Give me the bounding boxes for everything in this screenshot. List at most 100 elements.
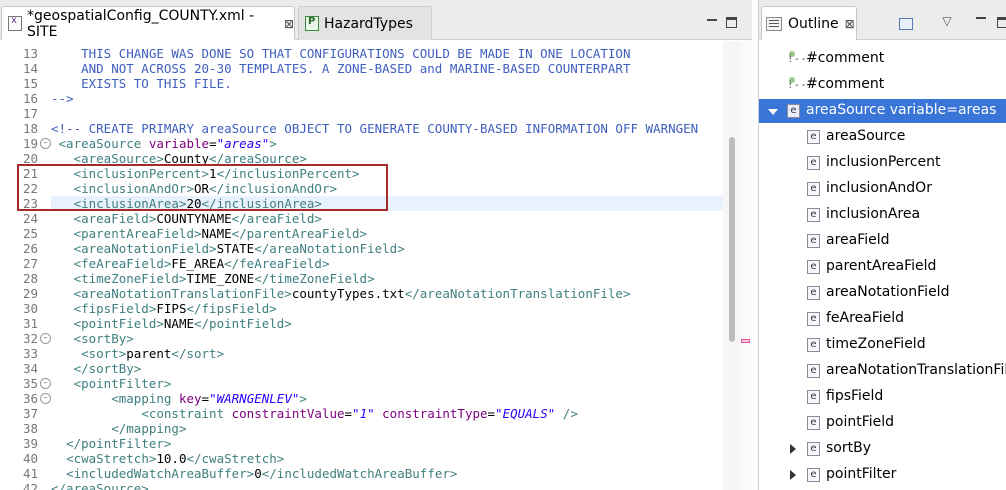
tree-item[interactable]: areaField bbox=[759, 229, 1006, 253]
code-token: <includedWatchAreaBuffer> bbox=[66, 466, 255, 481]
tab-outline[interactable]: Outline ⊠ bbox=[761, 6, 857, 40]
code-token: </includedWatchAreaBuffer> bbox=[261, 466, 458, 481]
tree-item[interactable]: inclusionPercent bbox=[759, 151, 1006, 175]
code-line[interactable]: <constraint constraintValue="1" constrai… bbox=[51, 406, 578, 421]
tree-item[interactable]: timeZoneField bbox=[759, 333, 1006, 357]
code-token: <constraint bbox=[141, 406, 232, 421]
tree-item[interactable]: pointFilter bbox=[759, 463, 1006, 487]
code-line[interactable]: <areaSource variable="areas"> bbox=[51, 136, 277, 151]
code-line[interactable]: <parentAreaField>NAME</parentAreaField> bbox=[51, 226, 368, 241]
code-token: </parentAreaField> bbox=[231, 226, 368, 241]
code-line[interactable]: <sortBy> bbox=[51, 331, 134, 346]
expanded-arrow-icon[interactable] bbox=[767, 106, 778, 116]
tree-item[interactable]: inclusionArea bbox=[759, 203, 1006, 227]
code-token: <cwaStretch> bbox=[66, 451, 157, 466]
code-token: </areaNotationTranslationFile> bbox=[404, 286, 631, 301]
code-token: </sortBy> bbox=[73, 361, 142, 376]
overview-marker[interactable] bbox=[741, 339, 750, 343]
tree-item-label: #comment bbox=[806, 50, 885, 66]
fold-toggle-icon[interactable] bbox=[40, 333, 51, 344]
tree-item[interactable]: areaSource variable=areas bbox=[759, 99, 1006, 123]
collapse-all-icon[interactable] bbox=[899, 18, 913, 30]
tree-item-label: inclusionArea bbox=[826, 206, 921, 222]
view-menu-icon[interactable]: ▽ bbox=[939, 14, 955, 28]
code-line[interactable]: <areaField>COUNTYNAME</areaField> bbox=[51, 211, 322, 226]
code-line[interactable]: THIS CHANGE WAS DONE SO THAT CONFIGURATI… bbox=[51, 46, 630, 61]
tree-item-label: areaNotationField bbox=[826, 284, 950, 300]
tree-item[interactable]: #comment bbox=[759, 47, 1006, 71]
vertical-scrollbar[interactable] bbox=[723, 41, 741, 490]
code-token: <areaField> bbox=[73, 211, 157, 226]
collapsed-arrow-icon[interactable] bbox=[787, 470, 797, 480]
maximize-icon[interactable] bbox=[997, 17, 1006, 28]
code-line[interactable]: <areaNotationTranslationFile>countyTypes… bbox=[51, 286, 631, 301]
tree-item[interactable]: #comment bbox=[759, 73, 1006, 97]
code-line[interactable]: </areaSource> bbox=[51, 481, 149, 490]
code-token: = bbox=[344, 406, 353, 421]
code-token: </pointField> bbox=[194, 316, 292, 331]
code-line[interactable]: <feAreaField>FE_AREA</feAreaField> bbox=[51, 256, 330, 271]
tree-item-label: #comment bbox=[806, 76, 885, 92]
code-line[interactable]: <pointFilter> bbox=[51, 376, 172, 391]
code-area[interactable]: THIS CHANGE WAS DONE SO THAT CONFIGURATI… bbox=[51, 41, 723, 490]
tree-item[interactable]: areaSource bbox=[759, 125, 1006, 149]
scrollbar-thumb[interactable] bbox=[729, 137, 735, 342]
tab-geospatial-config[interactable]: *geospatialConfig_COUNTY.xml - SITE ⊠ bbox=[1, 6, 295, 40]
code-line[interactable]: --> bbox=[51, 91, 74, 106]
element-node-icon bbox=[807, 130, 820, 144]
tree-item-label: areaNotationTranslationFile bbox=[826, 362, 1006, 378]
code-token: </pointFilter> bbox=[66, 436, 172, 451]
code-line[interactable]: <!-- CREATE PRIMARY areaSource OBJECT TO… bbox=[51, 121, 698, 136]
maximize-icon[interactable] bbox=[726, 17, 737, 28]
code-line[interactable]: <cwaStretch>10.0</cwaStretch> bbox=[51, 451, 284, 466]
code-token: <timeZoneField> bbox=[73, 271, 187, 286]
collapsed-arrow-icon[interactable] bbox=[787, 444, 797, 454]
code-line[interactable]: AND NOT ACROSS 20-30 TEMPLATES. A ZONE-B… bbox=[51, 61, 630, 76]
code-token: THIS CHANGE WAS DONE SO THAT CONFIGURATI… bbox=[51, 46, 631, 61]
tree-item[interactable]: pointField bbox=[759, 411, 1006, 435]
code-line[interactable]: <fipsField>FIPS</fipsField> bbox=[51, 301, 277, 316]
fold-toggle-icon[interactable] bbox=[40, 393, 51, 404]
tree-item-label: sortBy bbox=[826, 440, 871, 456]
tree-item[interactable]: areaNotationTranslationFile bbox=[759, 359, 1006, 383]
minimize-icon[interactable] bbox=[705, 14, 719, 26]
close-outline-icon[interactable]: ⊠ bbox=[845, 17, 855, 31]
xml-editor[interactable]: *geospatialConfig_COUNTY.xml - SITE ⊠ Ha… bbox=[0, 0, 752, 490]
tab-hazard-types[interactable]: HazardTypes bbox=[298, 6, 432, 40]
code-line[interactable]: </sortBy> bbox=[51, 361, 142, 376]
fold-toggle-icon[interactable] bbox=[40, 138, 51, 149]
tree-item[interactable]: fipsField bbox=[759, 385, 1006, 409]
tree-item[interactable]: parentAreaField bbox=[759, 255, 1006, 279]
highlight-box bbox=[17, 164, 388, 211]
code-line[interactable]: EXISTS TO THIS FILE. bbox=[51, 76, 232, 91]
fold-toggle-icon[interactable] bbox=[40, 378, 51, 389]
tree-item-label: inclusionAndOr bbox=[826, 180, 932, 196]
minimize-icon[interactable] bbox=[973, 14, 989, 28]
code-line[interactable]: <sort>parent</sort> bbox=[51, 346, 224, 361]
code-token: </fipsField> bbox=[186, 301, 277, 316]
tree-item[interactable]: inclusionAndOr bbox=[759, 177, 1006, 201]
code-line[interactable]: <areaNotationField>STATE</areaNotationFi… bbox=[51, 241, 405, 256]
code-token: <areaNotationTranslationFile> bbox=[73, 286, 292, 301]
tree-item[interactable]: feAreaField bbox=[759, 307, 1006, 331]
code-line[interactable]: <includedWatchAreaBuffer>0</includedWatc… bbox=[51, 466, 457, 481]
code-line[interactable]: <timeZoneField>TIME_ZONE</timeZoneField> bbox=[51, 271, 375, 286]
code-line[interactable]: <pointField>NAME</pointField> bbox=[51, 316, 292, 331]
code-token: NAME bbox=[201, 226, 232, 241]
outline-tree[interactable]: #comment #comment areaSource variable=area… bbox=[759, 41, 1006, 490]
tree-item-label: fipsField bbox=[826, 388, 884, 404]
code-line[interactable]: </mapping> bbox=[51, 421, 186, 436]
code-token: NAME bbox=[163, 316, 194, 331]
overview-ruler[interactable] bbox=[741, 41, 752, 490]
tree-item[interactable]: areaNotationField bbox=[759, 281, 1006, 305]
code-line[interactable]: </pointFilter> bbox=[51, 436, 171, 451]
close-tab-icon[interactable]: ⊠ bbox=[284, 17, 294, 31]
tree-item[interactable]: sortBy bbox=[759, 437, 1006, 461]
code-line[interactable]: <mapping key="WARNGENLEV"> bbox=[51, 391, 307, 406]
code-token: 10.0 bbox=[156, 451, 187, 466]
comment-node-icon bbox=[787, 77, 807, 93]
line-number: 38 bbox=[22, 421, 38, 436]
